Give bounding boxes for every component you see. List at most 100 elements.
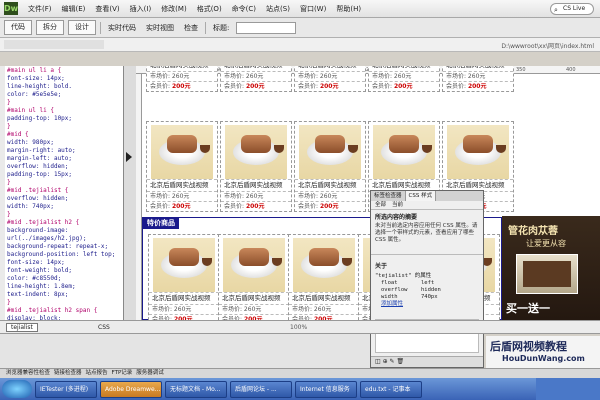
ad-title: 管花肉苁蓉	[508, 226, 558, 237]
taskbar-item-browser[interactable]: 无标题文档 - Mo...	[165, 380, 227, 398]
collapse-arrow-icon[interactable]	[126, 152, 132, 162]
product-name[interactable]: 北京后盾网实战视频	[147, 179, 217, 191]
rule-name: "tejialist" 的属性	[375, 273, 432, 279]
start-button[interactable]	[2, 380, 32, 398]
panel-footer-icons[interactable]: ◫ ⊕ ✎ 🗑	[371, 356, 483, 367]
member-price: 会员价: 200元	[443, 81, 513, 91]
code-line[interactable]: padding-top: 15px;	[7, 170, 72, 179]
menu-insert[interactable]: 插入(I)	[130, 4, 152, 14]
cs-live-button[interactable]: ⌕ CS Live	[550, 2, 594, 15]
product-card[interactable]: 北京后盾网实战视频市场价: 260元会员价: 200元	[294, 66, 366, 92]
member-price-label: 会员价:	[224, 203, 245, 210]
property-key: width	[381, 294, 398, 300]
product-card[interactable]: 北京后盾网实战视频市场价: 260元会员价: 200元	[146, 121, 218, 212]
product-image	[225, 125, 287, 179]
inspect-button[interactable]: 检查	[181, 23, 201, 33]
taskbar-item-dreamweaver[interactable]: Adobe Dreamwe...	[100, 380, 162, 398]
code-line[interactable]: color: #5e5e5e;	[7, 90, 61, 99]
results-panel-tabs: 浏览器兼容性检查 链接检查器 站点报告 FTP记录 服务器调试	[0, 368, 600, 378]
taskbar-item-notepad[interactable]: edu.txt - 记事本	[360, 380, 422, 398]
property-row[interactable]: overflow hidden	[371, 287, 483, 294]
css-button[interactable]: CSS	[98, 323, 110, 332]
product-name[interactable]: 北京后盾网实战视频	[221, 179, 291, 191]
market-price: 市场价: 260元	[221, 191, 291, 201]
live-code-button[interactable]: 实时代码	[105, 23, 139, 33]
ad-subtitle: 让爱更从容	[526, 239, 566, 248]
live-view-button[interactable]: 实时视图	[143, 23, 177, 33]
tab-ftp-log[interactable]: FTP记录	[112, 369, 133, 378]
properties-panel	[0, 334, 370, 368]
code-line[interactable]: text-indent: 8px;	[7, 290, 68, 299]
ad-banner[interactable]: 管花肉苁蓉 让爱更从容 买一送一	[502, 216, 600, 320]
zoom-level[interactable]: 100%	[290, 323, 307, 332]
tab-link-checker[interactable]: 链接检查器	[54, 369, 82, 378]
property-value: 740px	[421, 294, 438, 300]
path-bar: D:\wwwroot\xx\网页\index.html	[0, 38, 600, 52]
tab-site-reports[interactable]: 站点报告	[86, 369, 108, 378]
menu-site[interactable]: 站点(S)	[266, 4, 290, 14]
tab-server-debug[interactable]: 服务器调试	[136, 369, 164, 378]
split-view-button[interactable]: 拆分	[36, 20, 64, 35]
product-name[interactable]: 北京后盾网实战视频	[289, 292, 359, 304]
product-card[interactable]: 北京后盾网实战视频市场价: 260元会员价: 200元	[218, 234, 290, 320]
code-line[interactable]: padding-top: 10px;	[7, 114, 72, 123]
product-card[interactable]: 北京后盾网实战视频市场价: 260元会员价: 200元	[288, 234, 360, 320]
tab-tag-inspector[interactable]: 标签检查器	[371, 191, 406, 201]
menu-format[interactable]: 格式(O)	[197, 4, 222, 14]
design-view-button[interactable]: 设计	[68, 20, 96, 35]
member-price-label: 会员价:	[150, 83, 171, 90]
toolbar-separator	[100, 21, 101, 34]
menu-help[interactable]: 帮助(H)	[336, 4, 361, 14]
member-price-label: 会员价:	[298, 203, 319, 210]
property-key: float	[381, 280, 398, 286]
taskbar-item-forum[interactable]: 后盾网论坛 - ...	[230, 380, 292, 398]
product-image	[373, 125, 435, 179]
subtab-all[interactable]: 全部	[375, 201, 386, 209]
product-card[interactable]: 北京后盾网实战视频市场价: 260元会员价: 200元	[368, 66, 440, 92]
menu-file[interactable]: 文件(F)	[28, 4, 52, 14]
product-card[interactable]: 北京后盾网实战视频市场价: 260元会员价: 200元	[148, 234, 220, 320]
market-price: 市场价: 260元	[295, 191, 365, 201]
product-card[interactable]: 北京后盾网实战视频市场价: 260元会员价: 200元	[294, 121, 366, 212]
product-card[interactable]: 北京后盾网实战视频市场价: 260元会员价: 200元	[146, 66, 218, 92]
document-toolbar: 代码 拆分 设计 实时代码 实时视图 检查 标题:	[0, 18, 600, 38]
tab-css-styles[interactable]: CSS 样式	[405, 191, 437, 201]
taskbar-item-iis[interactable]: Internet 信息服务	[295, 380, 357, 398]
code-view[interactable]: #main ul li a { font-size: 14px; line-he…	[0, 66, 124, 320]
menu-edit[interactable]: 编辑(E)	[62, 4, 86, 14]
property-row[interactable]: width 740px	[371, 294, 483, 301]
member-price-label: 会员价:	[150, 203, 171, 210]
property-row[interactable]: float left	[371, 280, 483, 287]
menu-window[interactable]: 窗口(W)	[300, 4, 326, 14]
menu-view[interactable]: 查看(V)	[95, 4, 119, 14]
member-price: 会员价: 200元	[221, 81, 291, 91]
member-price-label: 会员价:	[372, 83, 393, 90]
product-name[interactable]: 北京后盾网实战视频	[219, 292, 289, 304]
tag-selector-item[interactable]: tejialist	[6, 323, 38, 332]
product-card[interactable]: 北京后盾网实战视频市场价: 260元会员价: 200元	[220, 121, 292, 212]
system-tray	[536, 378, 600, 400]
ad-product-image	[516, 254, 578, 294]
design-view[interactable]: 050100 150200250 300350400 特价商品 管花肉苁蓉 让爱…	[136, 66, 600, 320]
code-line[interactable]: width: 740px;	[7, 202, 54, 211]
tab-browser-compat[interactable]: 浏览器兼容性检查	[6, 369, 50, 378]
taskbar-item-ietester[interactable]: IETester (多进程)	[35, 380, 97, 398]
market-price: 市场价: 260元	[147, 71, 217, 81]
product-card[interactable]: 北京后盾网实战视频市场价: 260元会员价: 200元	[220, 66, 292, 92]
title-input[interactable]	[236, 21, 297, 34]
menu-commands[interactable]: 命令(C)	[232, 4, 256, 14]
member-price-value: 200元	[319, 203, 339, 210]
related-files-bar	[4, 40, 104, 49]
market-price: 市场价: 260元	[221, 71, 291, 81]
member-price: 会员价: 200元	[295, 201, 365, 211]
product-card[interactable]: 北京后盾网实战视频市场价: 260元会员价: 200元	[442, 66, 514, 92]
product-name[interactable]: 北京后盾网实战视频	[149, 292, 219, 304]
product-image	[153, 238, 215, 292]
watermark: 后盾网视频教程 HouDunWang.com	[486, 336, 600, 370]
subtab-current[interactable]: 当前	[392, 201, 403, 209]
menu-modify[interactable]: 修改(M)	[161, 4, 187, 14]
add-property-link[interactable]: 添加属性	[371, 301, 483, 308]
split-divider[interactable]	[124, 66, 136, 320]
product-name[interactable]: 北京后盾网实战视频	[295, 179, 365, 191]
code-view-button[interactable]: 代码	[4, 20, 32, 35]
